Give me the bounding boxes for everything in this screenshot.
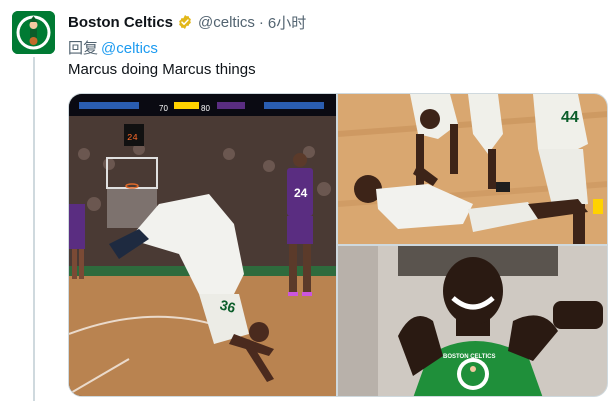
shot-clock: 24: [127, 133, 138, 143]
thread-line: [33, 57, 35, 401]
media-grid: 70 80 24 24 36 44 BOSTON CELTICS: [68, 93, 608, 397]
opponent-jersey-number: 24: [294, 186, 308, 200]
scoreboard-score-a: 70: [159, 104, 168, 113]
timestamp[interactable]: 6小时: [268, 12, 306, 33]
scoreboard-score-b: 80: [201, 104, 210, 113]
verified-badge-icon: [179, 15, 191, 29]
reply-prefix: 回复: [68, 40, 99, 57]
photo-thumbs-up[interactable]: BOSTON CELTICS: [338, 246, 607, 396]
author-handle[interactable]: @celtics: [198, 14, 255, 31]
tweet-header: Boston Celtics @celtics · 6小时: [68, 12, 306, 32]
shirt-text: BOSTON CELTICS: [443, 354, 495, 360]
avatar[interactable]: [12, 11, 55, 54]
celtics-logo-icon: [12, 11, 55, 54]
tweet-text: Marcus doing Marcus things: [68, 61, 256, 78]
photo-floor-celebration[interactable]: 44: [338, 94, 607, 244]
photo-backflip[interactable]: 70 80 24 24 36: [69, 94, 336, 396]
teammate-jersey-number: 44: [561, 109, 579, 126]
reply-to-link[interactable]: @celtics: [101, 40, 158, 57]
author-name[interactable]: Boston Celtics: [68, 14, 173, 31]
reply-context: 回复 @celtics: [68, 37, 158, 58]
separator-dot: ·: [258, 13, 264, 31]
